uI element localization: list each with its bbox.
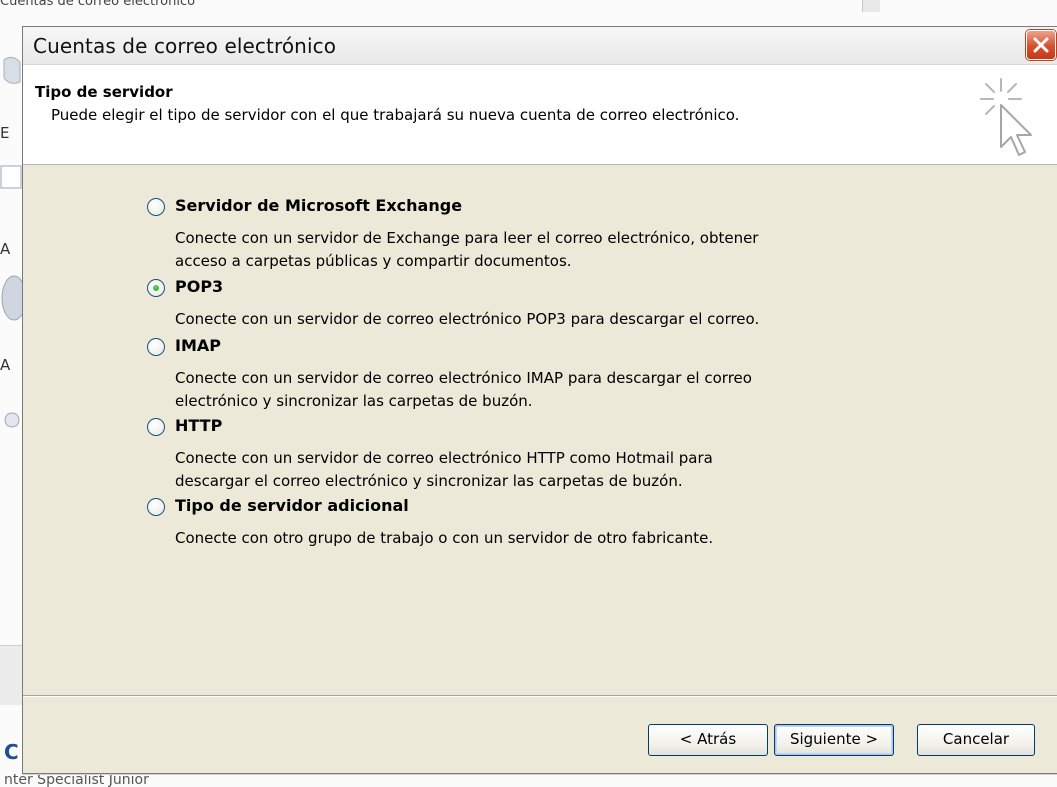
- radio-additional[interactable]: [147, 498, 165, 516]
- next-button[interactable]: Siguiente >: [774, 724, 894, 756]
- option-label[interactable]: HTTP: [175, 416, 222, 435]
- background-footer-text: nter Specialist Junior: [4, 772, 149, 787]
- wizard-header: Tipo de servidor Puede elegir el tipo de…: [23, 65, 1057, 165]
- option-description: Conecte con un servidor de correo electr…: [175, 369, 752, 410]
- title-bar: Cuentas de correo electrónico: [23, 27, 1057, 65]
- radio-exchange[interactable]: [147, 198, 165, 216]
- option-label[interactable]: Servidor de Microsoft Exchange: [175, 196, 462, 215]
- button-separator: [23, 695, 1057, 697]
- close-button[interactable]: [1026, 30, 1056, 60]
- radio-imap[interactable]: [147, 338, 165, 356]
- email-accounts-dialog: Cuentas de correo electrónico Tipo de se…: [22, 26, 1057, 774]
- radio-pop3[interactable]: [147, 279, 165, 297]
- radio-http[interactable]: [147, 418, 165, 436]
- option-description: Conecte con otro grupo de trabajo o con …: [175, 529, 714, 547]
- cancel-button[interactable]: Cancelar: [917, 724, 1035, 756]
- server-type-options: Servidor de Microsoft Exchange Conecte c…: [23, 166, 1057, 696]
- header-title: Tipo de servidor: [35, 83, 173, 101]
- header-subtitle: Puede elegir el tipo de servidor con el …: [51, 106, 740, 124]
- background-field-icon: [0, 165, 22, 189]
- background-icon: [3, 56, 21, 84]
- option-description: Conecte con un servidor de correo electr…: [175, 310, 760, 328]
- background-footer-letter: C: [4, 740, 19, 764]
- background-divider: [862, 0, 880, 12]
- option-label[interactable]: Tipo de servidor adicional: [175, 496, 409, 515]
- background-fragment: A: [0, 240, 11, 258]
- back-button[interactable]: < Atrás: [648, 724, 768, 756]
- background-fragment: A: [0, 356, 11, 374]
- dialog-title: Cuentas de correo electrónico: [33, 34, 337, 58]
- background-title: Cuentas de correo electrónico: [0, 0, 196, 9]
- option-label[interactable]: IMAP: [175, 336, 221, 355]
- background-icon: [4, 412, 20, 428]
- option-description: Conecte con un servidor de Exchange para…: [175, 229, 759, 270]
- option-label[interactable]: POP3: [175, 277, 223, 296]
- background-icon: [1, 275, 22, 321]
- background-panel: [0, 645, 22, 705]
- option-description: Conecte con un servidor de correo electr…: [175, 449, 713, 490]
- background-fragment: E: [0, 124, 10, 142]
- close-icon: [1033, 37, 1049, 53]
- wizard-cursor-icon: [980, 78, 1032, 156]
